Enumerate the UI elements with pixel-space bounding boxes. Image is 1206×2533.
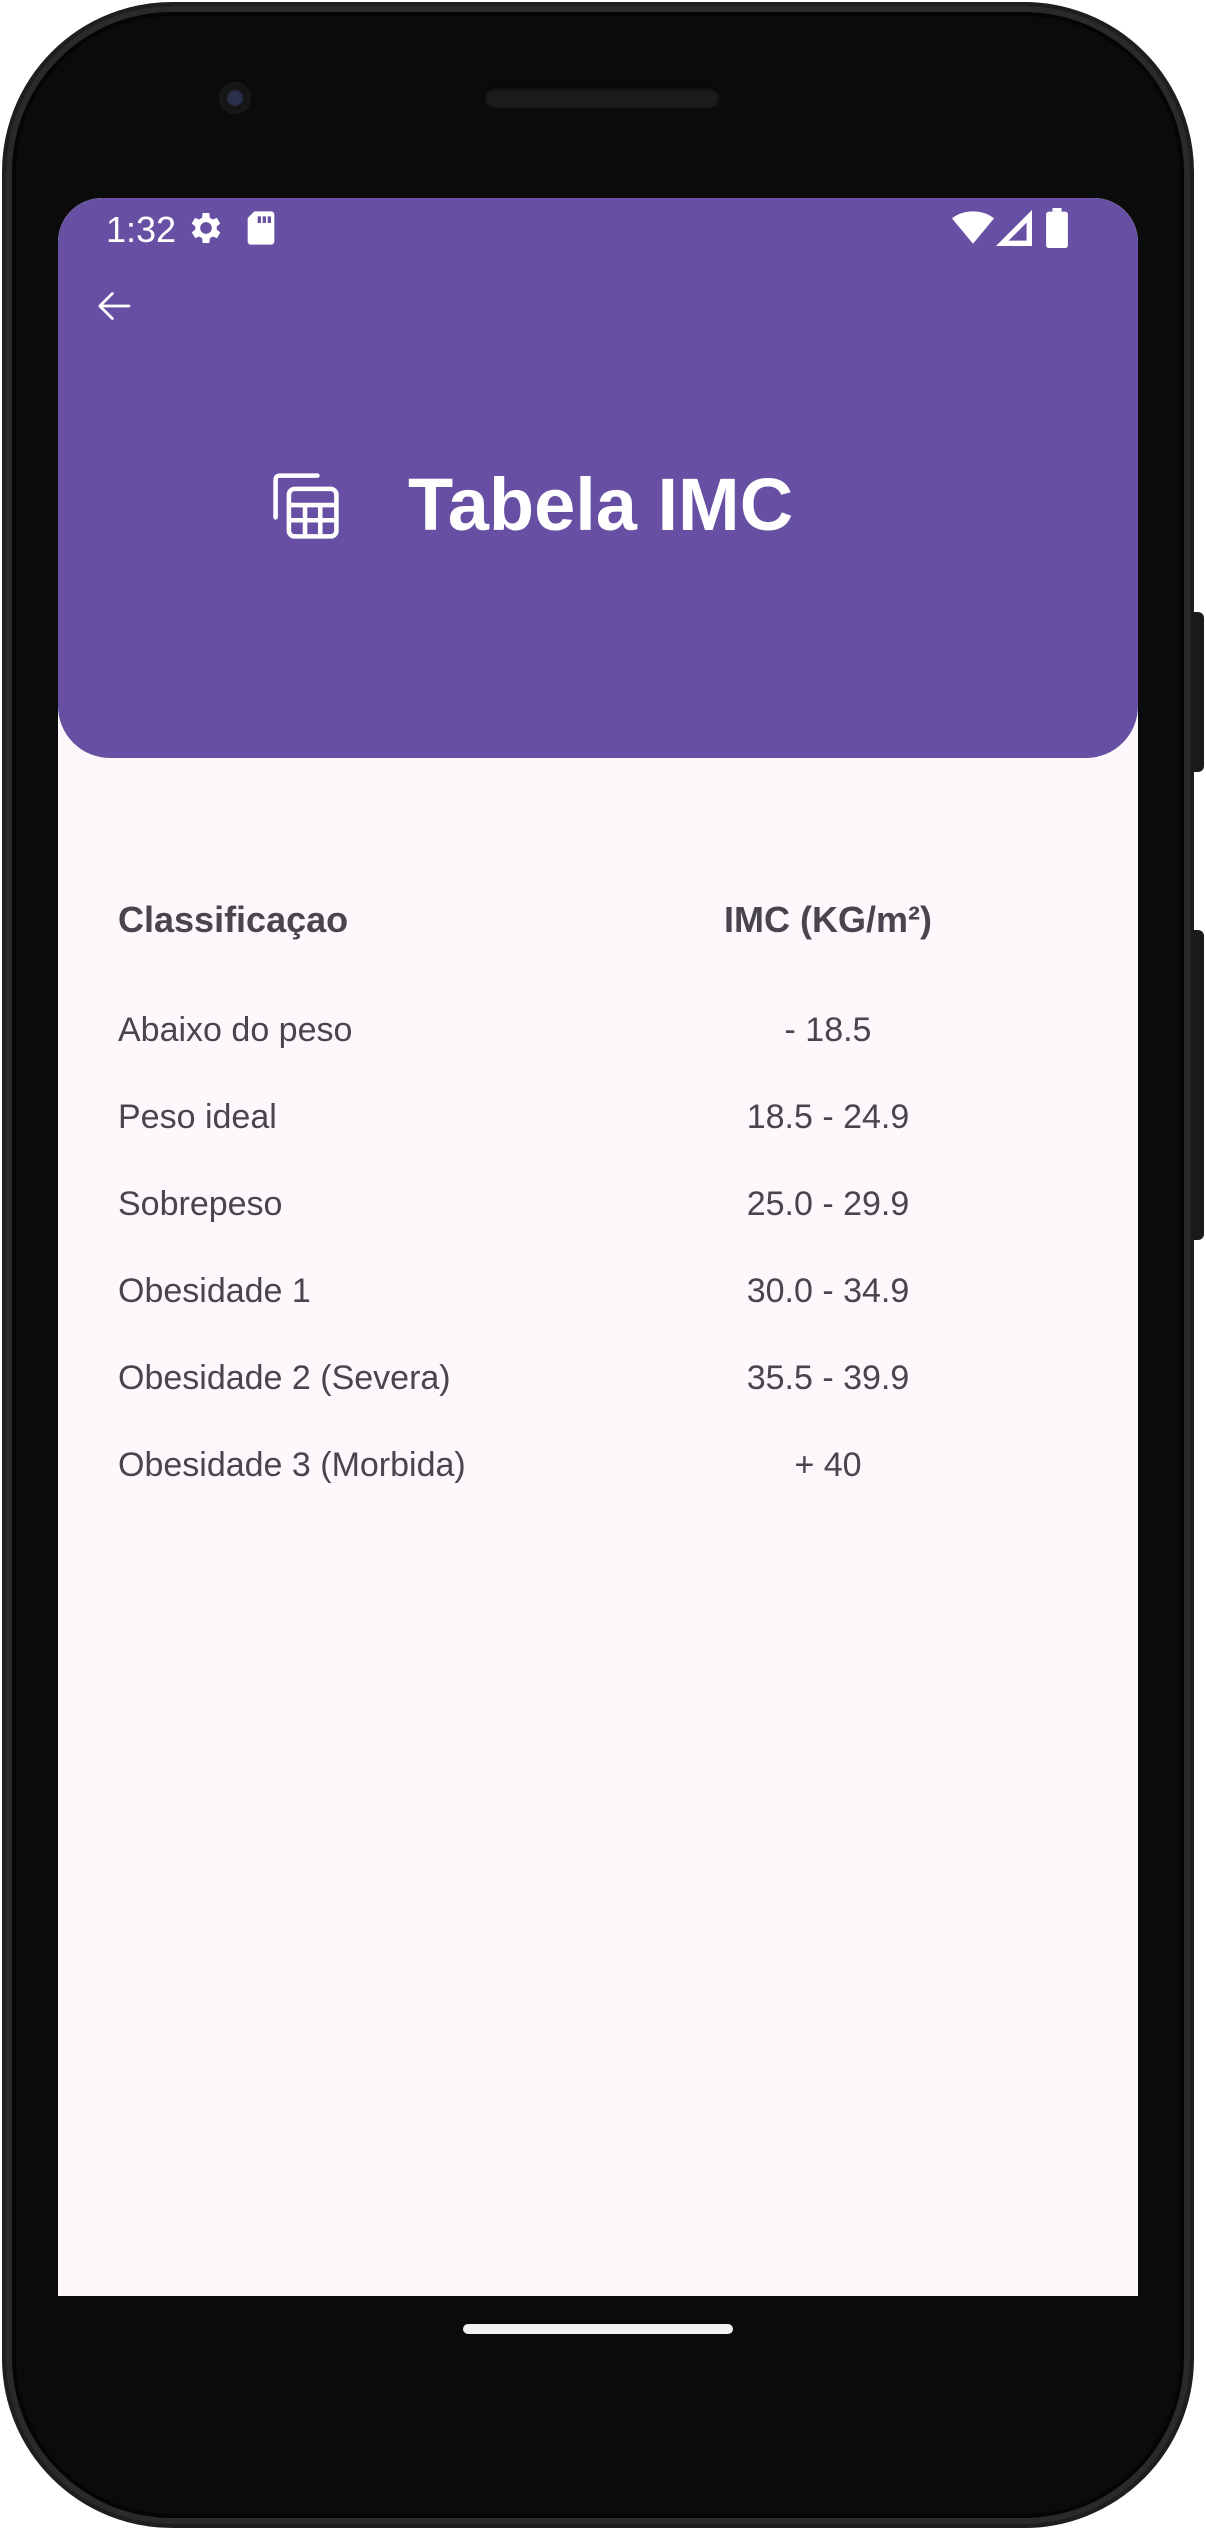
wifi-icon xyxy=(952,210,994,251)
column-header-imc: IMC (KG/m²) xyxy=(724,899,932,940)
table-row: Abaixo do peso - 18.5 xyxy=(118,1008,1078,1095)
imc-cell: 35.5 - 39.9 xyxy=(746,1359,910,1397)
back-button[interactable] xyxy=(78,270,150,342)
classification-cell: Obesidade 1 xyxy=(118,1272,311,1310)
table-row: Peso ideal 18.5 - 24.9 xyxy=(118,1095,1078,1182)
imc-table: Classificaçao IMC (KG/m²) Abaixo do peso… xyxy=(118,898,1078,1530)
imc-cell: + 40 xyxy=(794,1446,862,1484)
classification-cell: Obesidade 2 (Severa) xyxy=(118,1359,451,1397)
table-icon xyxy=(268,468,344,544)
imc-cell: 18.5 - 24.9 xyxy=(746,1098,910,1136)
sd-card-icon xyxy=(244,208,278,253)
table-row: Sobrepeso 25.0 - 29.9 xyxy=(118,1182,1078,1269)
arrow-left-icon xyxy=(98,292,131,320)
status-bar: 1:32 xyxy=(58,198,1138,262)
imc-cell: 25.0 - 29.9 xyxy=(746,1185,910,1223)
cell-signal-icon xyxy=(996,210,1032,251)
classification-cell: Peso ideal xyxy=(118,1098,277,1136)
classification-cell: Obesidade 3 (Morbida) xyxy=(118,1446,466,1484)
settings-icon xyxy=(186,208,226,253)
table-row: Obesidade 1 30.0 - 34.9 xyxy=(118,1269,1078,1356)
table-row: Obesidade 3 (Morbida) + 40 xyxy=(118,1443,1078,1530)
power-button xyxy=(1192,612,1204,772)
page-title: Tabela IMC xyxy=(408,463,794,546)
classification-cell: Abaixo do peso xyxy=(118,1011,353,1049)
gesture-nav-bar xyxy=(58,2296,1138,2356)
app-screen: 1:32 Tabela IMC Classificaçao IMC (KG/m²… xyxy=(58,198,1138,2296)
phone-device: 1:32 Tabela IMC Classificaçao IMC (KG/m²… xyxy=(0,0,1206,2533)
classification-cell: Sobrepeso xyxy=(118,1185,283,1223)
header-banner: 1:32 Tabela IMC xyxy=(58,198,1138,758)
battery-icon xyxy=(1046,208,1068,253)
table-row: Obesidade 2 (Severa) 35.5 - 39.9 xyxy=(118,1356,1078,1443)
imc-cell: - 18.5 xyxy=(784,1011,872,1049)
home-gesture-handle[interactable] xyxy=(463,2324,733,2334)
earpiece-speaker xyxy=(484,86,720,108)
column-header-classification: Classificaçao xyxy=(118,899,349,940)
status-time: 1:32 xyxy=(106,209,177,250)
imc-cell: 30.0 - 34.9 xyxy=(746,1272,910,1310)
front-camera xyxy=(219,82,251,114)
table-header-row: Classificaçao IMC (KG/m²) xyxy=(118,898,1078,1008)
volume-button xyxy=(1192,930,1204,1240)
